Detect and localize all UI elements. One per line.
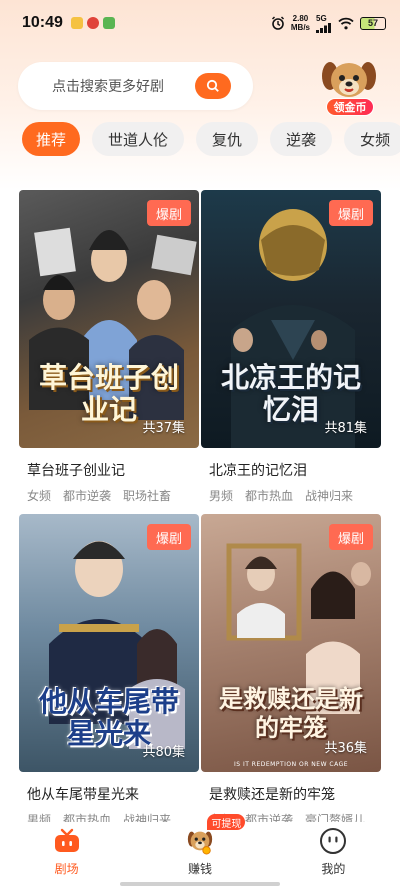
drama-tags: 女频 都市逆袭 职场社畜 bbox=[27, 487, 199, 504]
nav-profile-label: 我的 bbox=[321, 862, 346, 876]
episode-count: 共37集 bbox=[142, 421, 185, 436]
alarm-icon bbox=[271, 16, 284, 30]
drama-tag: 战神归来 bbox=[305, 489, 354, 503]
withdraw-badge: 可提现 bbox=[207, 814, 246, 830]
nav-theater[interactable]: 剧场 bbox=[0, 822, 133, 889]
battery-indicator: 57 bbox=[360, 16, 386, 30]
drama-poster[interactable]: 爆剧 是救赎还是新的牢笼 IS IT REDEMPTION OR NEW CAG… bbox=[201, 514, 381, 772]
music-app-icon bbox=[86, 17, 99, 29]
drama-tag: 都市逆袭 bbox=[63, 489, 112, 503]
poster-title-art: 是救赎还是新的牢笼 bbox=[219, 684, 363, 742]
status-time: 10:49 bbox=[22, 14, 63, 31]
nav-earn-label: 赚钱 bbox=[187, 862, 212, 876]
drama-title[interactable]: 北凉王的记忆泪 bbox=[209, 460, 381, 480]
search-button[interactable] bbox=[195, 73, 231, 99]
dog-coin-icon bbox=[186, 828, 214, 855]
hot-badge: 爆剧 bbox=[146, 524, 191, 550]
drama-title[interactable]: 他从车尾带星光来 bbox=[27, 784, 199, 804]
tab-family-drama[interactable]: 世道人伦 bbox=[92, 122, 185, 156]
drama-title[interactable]: 是救赎还是新的牢笼 bbox=[209, 784, 381, 804]
status-app-icons bbox=[70, 17, 115, 29]
hot-badge: 爆剧 bbox=[328, 524, 373, 550]
search-input[interactable]: 点击搜索更多好剧 bbox=[52, 76, 164, 96]
drama-tag: 男频 bbox=[209, 489, 234, 503]
category-tabs: 推荐 世道人伦 复仇 逆袭 女频 bbox=[22, 122, 400, 156]
episode-count: 共81集 bbox=[324, 421, 367, 436]
drama-title[interactable]: 草台班子创业记 bbox=[27, 460, 199, 480]
tab-recommended[interactable]: 推荐 bbox=[22, 122, 81, 156]
bottom-nav: 剧场 可提现 赚钱 我的 bbox=[0, 814, 400, 889]
status-bar: 10:49 2.80 MB/s 5G 57 bbox=[0, 0, 400, 46]
tv-icon bbox=[53, 828, 81, 854]
drama-card[interactable]: 爆剧 他从车尾带星光来 共80集 他从车尾带星光来 男频 都市热血 战神归来 bbox=[19, 514, 199, 828]
episode-count: 共36集 bbox=[324, 741, 367, 756]
nav-profile[interactable]: 我的 bbox=[267, 822, 400, 889]
search-icon bbox=[206, 79, 219, 92]
network-speed: 2.80 MB/s bbox=[290, 14, 310, 32]
status-indicators: 2.80 MB/s 5G 57 bbox=[271, 14, 386, 33]
get-coins-label: 领金币 bbox=[326, 98, 374, 116]
wifi-icon bbox=[338, 17, 354, 29]
tab-comeback[interactable]: 逆袭 bbox=[270, 122, 333, 156]
drama-card[interactable]: 爆剧 北凉王的记忆泪 共81集 北凉王的记忆泪 男频 都市热血 战神归来 bbox=[201, 190, 381, 504]
nav-theater-label: 剧场 bbox=[54, 862, 79, 876]
dog-mascot-icon bbox=[322, 62, 376, 97]
poster-subtitle-art: IS IT REDEMPTION OR NEW CAGE bbox=[233, 761, 349, 768]
signal-icon bbox=[316, 22, 331, 33]
cell-signal: 5G bbox=[316, 14, 332, 33]
game-app-icon bbox=[102, 17, 115, 29]
smiley-icon bbox=[319, 828, 347, 854]
hot-badge: 爆剧 bbox=[146, 200, 191, 226]
tab-revenge[interactable]: 复仇 bbox=[196, 122, 259, 156]
drama-tag: 职场社畜 bbox=[123, 489, 172, 503]
search-bar[interactable]: 点击搜索更多好剧 bbox=[18, 62, 253, 110]
drama-tag: 女频 bbox=[27, 489, 52, 503]
drama-tag: 都市热血 bbox=[245, 489, 294, 503]
drama-card[interactable]: 爆剧 是救赎还是新的牢笼 IS IT REDEMPTION OR NEW CAG… bbox=[201, 514, 381, 828]
tab-female-oriented[interactable]: 女频 bbox=[344, 122, 400, 156]
drama-tags: 男频 都市热血 战神归来 bbox=[209, 487, 381, 504]
hot-badge: 爆剧 bbox=[328, 200, 373, 226]
drama-card[interactable]: 爆剧 草台班子创业记 共37集 草台班子创业记 女频 都市逆袭 职场社畜 bbox=[19, 190, 199, 504]
folder-icon bbox=[70, 17, 83, 29]
episode-count: 共80集 bbox=[142, 745, 185, 760]
drama-poster[interactable]: 爆剧 北凉王的记忆泪 共81集 bbox=[201, 190, 381, 448]
get-coins-widget[interactable]: 领金币 bbox=[318, 56, 380, 118]
nav-earn[interactable]: 可提现 赚钱 bbox=[133, 814, 266, 889]
home-indicator[interactable] bbox=[120, 882, 280, 886]
drama-poster[interactable]: 爆剧 他从车尾带星光来 共80集 bbox=[19, 514, 199, 772]
drama-poster[interactable]: 爆剧 草台班子创业记 共37集 bbox=[19, 190, 199, 448]
